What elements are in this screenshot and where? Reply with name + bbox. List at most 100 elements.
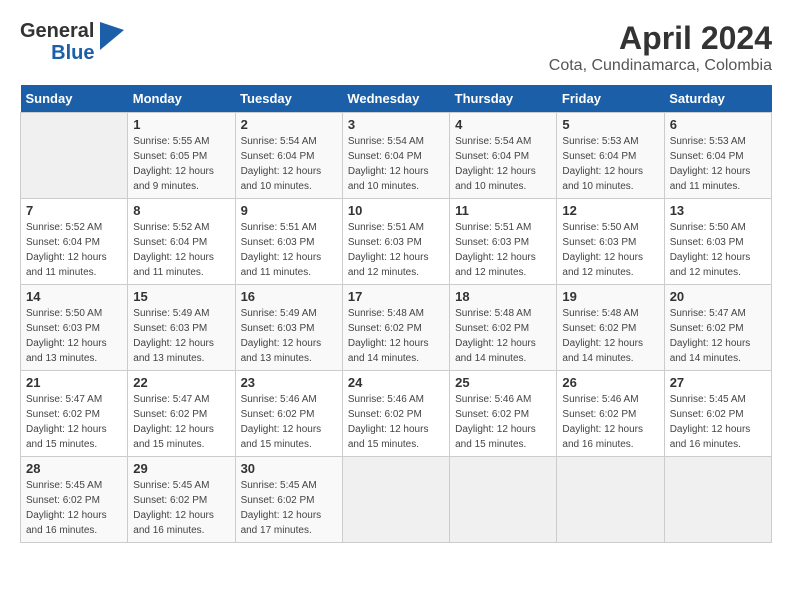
day-info: Sunrise: 5:50 AM Sunset: 6:03 PM Dayligh… (26, 306, 122, 366)
calendar-cell (342, 457, 449, 543)
day-number: 7 (26, 203, 122, 218)
day-info: Sunrise: 5:45 AM Sunset: 6:02 PM Dayligh… (133, 478, 229, 538)
calendar-cell: 29 Sunrise: 5:45 AM Sunset: 6:02 PM Dayl… (128, 457, 235, 543)
calendar-cell (664, 457, 771, 543)
day-number: 17 (348, 289, 444, 304)
day-info: Sunrise: 5:53 AM Sunset: 6:04 PM Dayligh… (562, 134, 658, 194)
calendar-cell: 16 Sunrise: 5:49 AM Sunset: 6:03 PM Dayl… (235, 285, 342, 371)
calendar-cell: 28 Sunrise: 5:45 AM Sunset: 6:02 PM Dayl… (21, 457, 128, 543)
day-number: 15 (133, 289, 229, 304)
calendar-cell: 7 Sunrise: 5:52 AM Sunset: 6:04 PM Dayli… (21, 199, 128, 285)
calendar-cell: 22 Sunrise: 5:47 AM Sunset: 6:02 PM Dayl… (128, 371, 235, 457)
header-saturday: Saturday (664, 85, 771, 113)
calendar-table: SundayMondayTuesdayWednesdayThursdayFrid… (20, 85, 772, 543)
header-tuesday: Tuesday (235, 85, 342, 113)
week-row-1: 1 Sunrise: 5:55 AM Sunset: 6:05 PM Dayli… (21, 113, 772, 199)
day-number: 25 (455, 375, 551, 390)
logo-icon (100, 22, 124, 55)
calendar-cell: 15 Sunrise: 5:49 AM Sunset: 6:03 PM Dayl… (128, 285, 235, 371)
calendar-cell: 26 Sunrise: 5:46 AM Sunset: 6:02 PM Dayl… (557, 371, 664, 457)
day-info: Sunrise: 5:50 AM Sunset: 6:03 PM Dayligh… (562, 220, 658, 280)
day-info: Sunrise: 5:47 AM Sunset: 6:02 PM Dayligh… (26, 392, 122, 452)
calendar-cell: 27 Sunrise: 5:45 AM Sunset: 6:02 PM Dayl… (664, 371, 771, 457)
header-sunday: Sunday (21, 85, 128, 113)
day-number: 24 (348, 375, 444, 390)
day-info: Sunrise: 5:49 AM Sunset: 6:03 PM Dayligh… (241, 306, 337, 366)
day-number: 2 (241, 117, 337, 132)
calendar-cell: 4 Sunrise: 5:54 AM Sunset: 6:04 PM Dayli… (450, 113, 557, 199)
calendar-cell: 12 Sunrise: 5:50 AM Sunset: 6:03 PM Dayl… (557, 199, 664, 285)
day-number: 3 (348, 117, 444, 132)
day-info: Sunrise: 5:53 AM Sunset: 6:04 PM Dayligh… (670, 134, 766, 194)
title-area: April 2024 Cota, Cundinamarca, Colombia (549, 20, 772, 75)
calendar-cell: 25 Sunrise: 5:46 AM Sunset: 6:02 PM Dayl… (450, 371, 557, 457)
calendar-cell: 13 Sunrise: 5:50 AM Sunset: 6:03 PM Dayl… (664, 199, 771, 285)
calendar-cell: 24 Sunrise: 5:46 AM Sunset: 6:02 PM Dayl… (342, 371, 449, 457)
calendar-cell: 1 Sunrise: 5:55 AM Sunset: 6:05 PM Dayli… (128, 113, 235, 199)
calendar-cell: 2 Sunrise: 5:54 AM Sunset: 6:04 PM Dayli… (235, 113, 342, 199)
day-number: 20 (670, 289, 766, 304)
day-number: 30 (241, 461, 337, 476)
day-info: Sunrise: 5:45 AM Sunset: 6:02 PM Dayligh… (241, 478, 337, 538)
header-wednesday: Wednesday (342, 85, 449, 113)
day-number: 6 (670, 117, 766, 132)
calendar-cell: 18 Sunrise: 5:48 AM Sunset: 6:02 PM Dayl… (450, 285, 557, 371)
calendar-cell: 17 Sunrise: 5:48 AM Sunset: 6:02 PM Dayl… (342, 285, 449, 371)
day-number: 23 (241, 375, 337, 390)
week-row-3: 14 Sunrise: 5:50 AM Sunset: 6:03 PM Dayl… (21, 285, 772, 371)
day-info: Sunrise: 5:51 AM Sunset: 6:03 PM Dayligh… (241, 220, 337, 280)
day-info: Sunrise: 5:54 AM Sunset: 6:04 PM Dayligh… (348, 134, 444, 194)
location-title: Cota, Cundinamarca, Colombia (549, 57, 772, 75)
calendar-cell: 8 Sunrise: 5:52 AM Sunset: 6:04 PM Dayli… (128, 199, 235, 285)
day-info: Sunrise: 5:48 AM Sunset: 6:02 PM Dayligh… (455, 306, 551, 366)
calendar-cell: 9 Sunrise: 5:51 AM Sunset: 6:03 PM Dayli… (235, 199, 342, 285)
calendar-cell: 30 Sunrise: 5:45 AM Sunset: 6:02 PM Dayl… (235, 457, 342, 543)
calendar-cell (21, 113, 128, 199)
day-info: Sunrise: 5:54 AM Sunset: 6:04 PM Dayligh… (455, 134, 551, 194)
calendar-cell: 20 Sunrise: 5:47 AM Sunset: 6:02 PM Dayl… (664, 285, 771, 371)
day-number: 11 (455, 203, 551, 218)
day-number: 29 (133, 461, 229, 476)
day-info: Sunrise: 5:48 AM Sunset: 6:02 PM Dayligh… (348, 306, 444, 366)
day-number: 1 (133, 117, 229, 132)
day-number: 18 (455, 289, 551, 304)
day-number: 12 (562, 203, 658, 218)
weekday-header-row: SundayMondayTuesdayWednesdayThursdayFrid… (21, 85, 772, 113)
calendar-cell: 3 Sunrise: 5:54 AM Sunset: 6:04 PM Dayli… (342, 113, 449, 199)
day-info: Sunrise: 5:46 AM Sunset: 6:02 PM Dayligh… (241, 392, 337, 452)
day-info: Sunrise: 5:49 AM Sunset: 6:03 PM Dayligh… (133, 306, 229, 366)
day-info: Sunrise: 5:46 AM Sunset: 6:02 PM Dayligh… (562, 392, 658, 452)
day-info: Sunrise: 5:51 AM Sunset: 6:03 PM Dayligh… (455, 220, 551, 280)
calendar-cell: 14 Sunrise: 5:50 AM Sunset: 6:03 PM Dayl… (21, 285, 128, 371)
day-info: Sunrise: 5:51 AM Sunset: 6:03 PM Dayligh… (348, 220, 444, 280)
day-number: 10 (348, 203, 444, 218)
day-number: 22 (133, 375, 229, 390)
day-info: Sunrise: 5:45 AM Sunset: 6:02 PM Dayligh… (26, 478, 122, 538)
day-info: Sunrise: 5:55 AM Sunset: 6:05 PM Dayligh… (133, 134, 229, 194)
week-row-2: 7 Sunrise: 5:52 AM Sunset: 6:04 PM Dayli… (21, 199, 772, 285)
day-info: Sunrise: 5:46 AM Sunset: 6:02 PM Dayligh… (455, 392, 551, 452)
day-number: 4 (455, 117, 551, 132)
day-info: Sunrise: 5:52 AM Sunset: 6:04 PM Dayligh… (133, 220, 229, 280)
calendar-cell: 6 Sunrise: 5:53 AM Sunset: 6:04 PM Dayli… (664, 113, 771, 199)
day-number: 21 (26, 375, 122, 390)
day-number: 14 (26, 289, 122, 304)
header-monday: Monday (128, 85, 235, 113)
day-number: 5 (562, 117, 658, 132)
day-number: 26 (562, 375, 658, 390)
calendar-cell: 11 Sunrise: 5:51 AM Sunset: 6:03 PM Dayl… (450, 199, 557, 285)
logo-general: General (20, 20, 94, 42)
day-number: 8 (133, 203, 229, 218)
logo-blue: Blue (51, 42, 94, 64)
day-info: Sunrise: 5:46 AM Sunset: 6:02 PM Dayligh… (348, 392, 444, 452)
week-row-4: 21 Sunrise: 5:47 AM Sunset: 6:02 PM Dayl… (21, 371, 772, 457)
calendar-cell (450, 457, 557, 543)
day-number: 28 (26, 461, 122, 476)
day-info: Sunrise: 5:47 AM Sunset: 6:02 PM Dayligh… (670, 306, 766, 366)
calendar-cell: 5 Sunrise: 5:53 AM Sunset: 6:04 PM Dayli… (557, 113, 664, 199)
calendar-cell: 10 Sunrise: 5:51 AM Sunset: 6:03 PM Dayl… (342, 199, 449, 285)
day-number: 27 (670, 375, 766, 390)
header-friday: Friday (557, 85, 664, 113)
calendar-cell: 23 Sunrise: 5:46 AM Sunset: 6:02 PM Dayl… (235, 371, 342, 457)
day-info: Sunrise: 5:45 AM Sunset: 6:02 PM Dayligh… (670, 392, 766, 452)
